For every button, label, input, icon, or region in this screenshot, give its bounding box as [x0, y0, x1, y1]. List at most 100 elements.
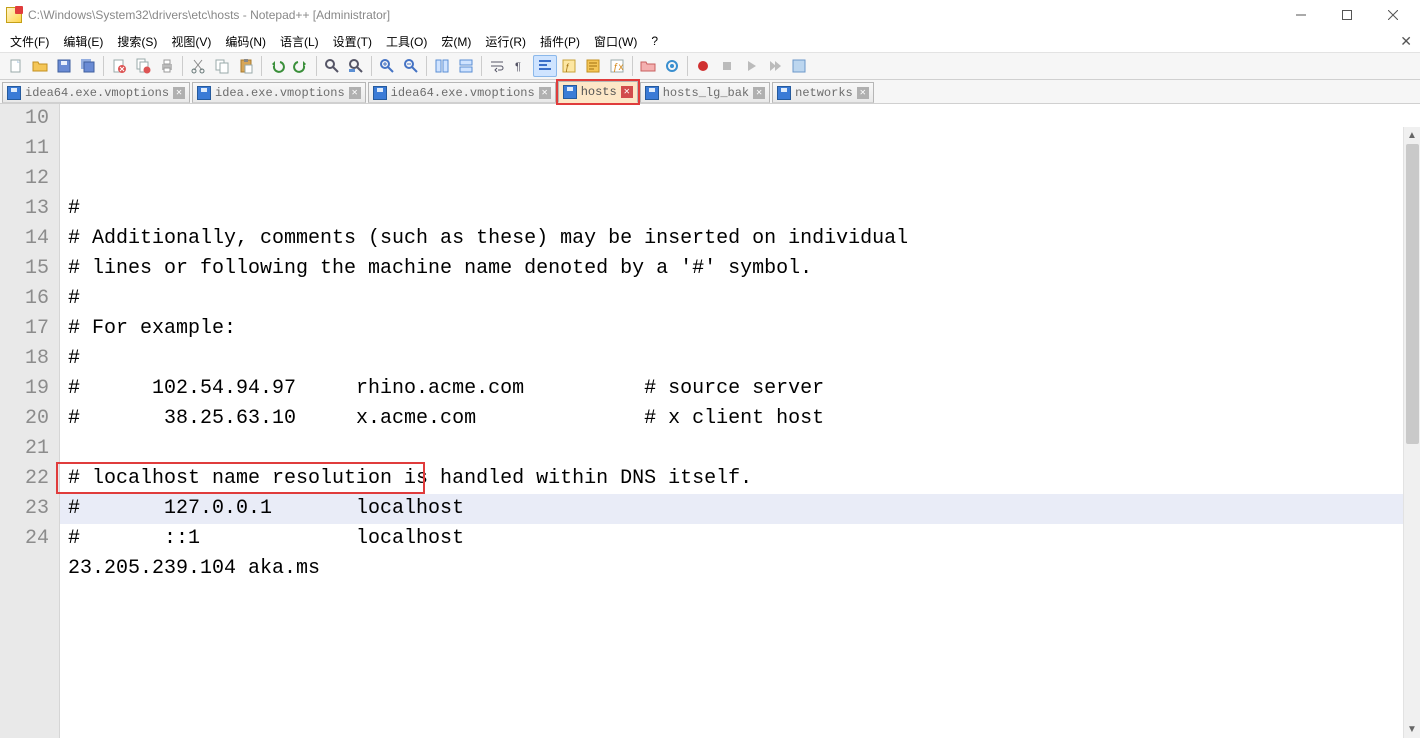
code-line[interactable]: # localhost name resolution is handled w…: [68, 464, 1420, 494]
redo-button[interactable]: [289, 55, 313, 77]
code-line[interactable]: # lines or following the machine name de…: [68, 254, 1420, 284]
sync-v-button[interactable]: [430, 55, 454, 77]
minimize-button[interactable]: [1278, 0, 1324, 30]
tab-hosts[interactable]: hosts ✕: [558, 81, 638, 103]
tab-close-icon[interactable]: ✕: [173, 87, 185, 99]
line-number: 15: [0, 254, 49, 284]
menu-window[interactable]: 窗口(W): [588, 31, 643, 52]
line-number: 17: [0, 314, 49, 344]
line-number: 20: [0, 404, 49, 434]
close-button[interactable]: [1370, 0, 1416, 30]
code-line[interactable]: # Additionally, comments (such as these)…: [68, 224, 1420, 254]
replace-button[interactable]: [344, 55, 368, 77]
tab-networks[interactable]: networks ✕: [772, 82, 874, 103]
play-multi-button[interactable]: [763, 55, 787, 77]
line-number: 10: [0, 104, 49, 134]
toolbar: ¶ ƒ ƒx: [0, 52, 1420, 80]
menu-encoding[interactable]: 编码(N): [219, 31, 272, 52]
code-line[interactable]: [68, 584, 1420, 614]
menu-plugins[interactable]: 插件(P): [534, 31, 586, 52]
save-button[interactable]: [52, 55, 76, 77]
svg-text:¶: ¶: [515, 61, 521, 73]
mdi-close-icon[interactable]: ✕: [1400, 33, 1412, 50]
folder-button[interactable]: [636, 55, 660, 77]
menu-view[interactable]: 视图(V): [165, 31, 217, 52]
code-line[interactable]: # 38.25.63.10 x.acme.com # x client host: [68, 404, 1420, 434]
code-line[interactable]: # 102.54.94.97 rhino.acme.com # source s…: [68, 374, 1420, 404]
menu-edit[interactable]: 编辑(E): [57, 31, 109, 52]
record-macro-button[interactable]: [691, 55, 715, 77]
undo-button[interactable]: [265, 55, 289, 77]
indent-guide-button[interactable]: [533, 55, 557, 77]
menu-file[interactable]: 文件(F): [4, 31, 55, 52]
code-line[interactable]: [68, 614, 1420, 644]
new-file-button[interactable]: [4, 55, 28, 77]
editor-area[interactable]: 101112131415161718192021222324 ## Additi…: [0, 104, 1420, 738]
scroll-up-button[interactable]: ▲: [1404, 127, 1420, 144]
line-number: 11: [0, 134, 49, 164]
tab-hosts-lg-bak[interactable]: hosts_lg_bak✕: [640, 82, 770, 103]
tab-close-icon[interactable]: ✕: [753, 87, 765, 99]
menu-tools[interactable]: 工具(O): [380, 31, 433, 52]
zoom-in-button[interactable]: [375, 55, 399, 77]
svg-text:ƒ: ƒ: [565, 62, 570, 72]
user-lang-button[interactable]: ƒ: [557, 55, 581, 77]
maximize-button[interactable]: [1324, 0, 1370, 30]
save-macro-button[interactable]: [787, 55, 811, 77]
disk-icon: [645, 86, 659, 100]
menu-macro[interactable]: 宏(M): [435, 31, 477, 52]
tab-close-icon[interactable]: ✕: [857, 87, 869, 99]
menu-search[interactable]: 搜索(S): [111, 31, 163, 52]
close-file-button[interactable]: [107, 55, 131, 77]
save-all-button[interactable]: [76, 55, 100, 77]
stop-macro-button[interactable]: [715, 55, 739, 77]
find-button[interactable]: [320, 55, 344, 77]
scroll-down-button[interactable]: ▼: [1404, 721, 1420, 738]
tab-label: networks: [795, 86, 853, 100]
play-macro-button[interactable]: [739, 55, 763, 77]
monitor-button[interactable]: [660, 55, 684, 77]
disk-icon: [197, 86, 211, 100]
menu-settings[interactable]: 设置(T): [327, 31, 378, 52]
word-wrap-button[interactable]: [485, 55, 509, 77]
close-all-button[interactable]: [131, 55, 155, 77]
code-line[interactable]: #: [68, 344, 1420, 374]
tab-idea64-exe-vmoptions[interactable]: idea64.exe.vmoptions ✕: [2, 82, 190, 103]
tab-close-icon[interactable]: ✕: [349, 87, 361, 99]
copy-button[interactable]: [210, 55, 234, 77]
paste-button[interactable]: [234, 55, 258, 77]
line-number: 24: [0, 524, 49, 554]
tab-idea64-exe-vmoptions[interactable]: idea64.exe.vmoptions✕: [368, 82, 556, 103]
doc-map-button[interactable]: [581, 55, 605, 77]
disk-icon: [563, 85, 577, 99]
function-list-button[interactable]: ƒx: [605, 55, 629, 77]
tab-label: idea.exe.vmoptions: [215, 86, 345, 100]
sync-h-button[interactable]: [454, 55, 478, 77]
menu-run[interactable]: 运行(R): [479, 31, 532, 52]
code-line[interactable]: [68, 434, 1420, 464]
menu-language[interactable]: 语言(L): [274, 31, 325, 52]
line-number: 16: [0, 284, 49, 314]
code-line[interactable]: 23.205.239.104 aka.ms: [68, 554, 1420, 584]
print-button[interactable]: [155, 55, 179, 77]
code-line[interactable]: #: [68, 194, 1420, 224]
menu-help[interactable]: ?: [645, 32, 664, 50]
open-file-button[interactable]: [28, 55, 52, 77]
code-line[interactable]: # For example:: [68, 314, 1420, 344]
zoom-out-button[interactable]: [399, 55, 423, 77]
code-line[interactable]: # ::1 localhost: [68, 524, 1420, 554]
disk-icon: [373, 86, 387, 100]
line-number: 23: [0, 494, 49, 524]
code-line[interactable]: # 127.0.0.1 localhost: [68, 494, 1420, 524]
tab-close-icon[interactable]: ✕: [539, 87, 551, 99]
code-area[interactable]: ## Additionally, comments (such as these…: [60, 104, 1420, 738]
tab-idea-exe-vmoptions[interactable]: idea.exe.vmoptions ✕: [192, 82, 366, 103]
cut-button[interactable]: [186, 55, 210, 77]
line-number: 12: [0, 164, 49, 194]
tab-label: hosts: [581, 85, 617, 99]
code-line[interactable]: #: [68, 284, 1420, 314]
disk-icon: [7, 86, 21, 100]
show-all-chars-button[interactable]: ¶: [509, 55, 533, 77]
tab-close-icon[interactable]: ✕: [621, 86, 633, 98]
tab-label: idea64.exe.vmoptions: [25, 86, 169, 100]
